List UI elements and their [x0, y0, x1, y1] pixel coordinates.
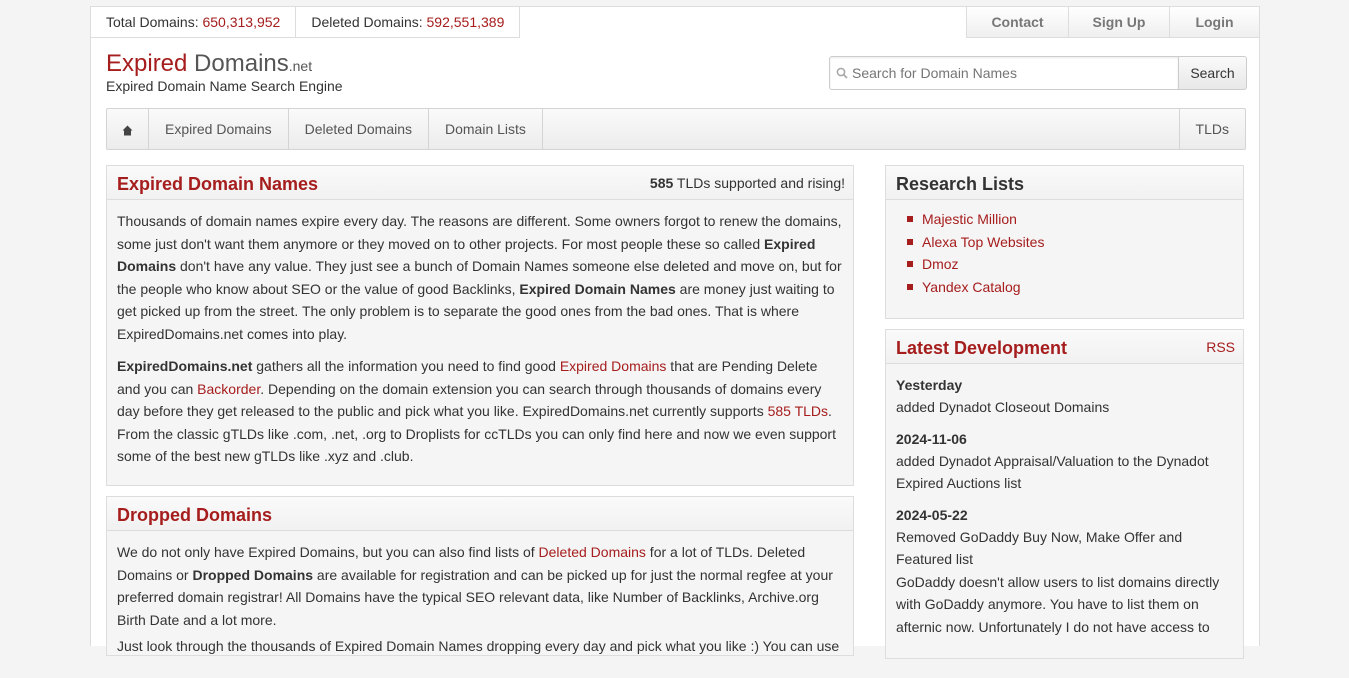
nav-tlds[interactable]: TLDs: [1178, 109, 1245, 149]
site-logo[interactable]: Expired Domains.net Expired Domain Name …: [106, 49, 343, 94]
research-link-alexa[interactable]: Alexa Top Websites: [922, 234, 1044, 250]
panel-title: Research Lists: [896, 174, 1025, 194]
panel-header: Latest Development RSS: [886, 330, 1243, 364]
panel-title: Dropped Domains: [117, 505, 273, 525]
list-item: Alexa Top Websites: [907, 231, 1243, 254]
research-lists-panel: Research Lists Majestic Million Alexa To…: [885, 165, 1244, 319]
panel-body: Thousands of domain names expire every d…: [107, 200, 853, 488]
panel-header: Dropped Domains: [107, 497, 853, 531]
text: Thousands of domain names expire every d…: [117, 213, 842, 252]
expired-paragraph-1: Thousands of domain names expire every d…: [117, 210, 843, 345]
list-item: Yandex Catalog: [907, 276, 1243, 299]
top-links: Contact Sign Up Login: [966, 7, 1259, 38]
expired-domains-link[interactable]: Expired Domains: [560, 358, 667, 374]
panel-title: Latest Development: [896, 338, 1068, 358]
panel-body: We do not only have Expired Domains, but…: [107, 531, 853, 678]
entry-text: added Dynadot Closeout Domains: [896, 399, 1110, 415]
nav-expired-domains[interactable]: Expired Domains: [149, 109, 289, 149]
deleted-domains-value: 592,551,389: [426, 14, 505, 30]
bold-text: Dropped Domains: [192, 566, 314, 583]
research-link-majestic[interactable]: Majestic Million: [922, 211, 1017, 227]
deleted-domains-link[interactable]: Deleted Domains: [539, 544, 646, 560]
entry-text: GoDaddy doesn't allow users to list doma…: [896, 573, 1220, 635]
logo-subtitle: Expired Domain Name Search Engine: [106, 78, 343, 94]
tld-count-text: TLDs supported and rising!: [676, 175, 845, 191]
entry-text: added Dynadot Appraisal/Valuation to the…: [896, 452, 1209, 492]
expired-domains-panel: Expired Domain Names 585 TLDs supported …: [106, 165, 854, 486]
list-item: Dmoz: [907, 253, 1243, 276]
research-link-yandex[interactable]: Yandex Catalog: [922, 279, 1021, 295]
nav-deleted-domains[interactable]: Deleted Domains: [289, 109, 429, 149]
entry-date: 2024-05-22: [896, 506, 968, 523]
text: We do not only have Expired Domains, but…: [117, 544, 539, 560]
logo-title: Expired Domains.net: [106, 49, 343, 81]
list-item: Majestic Million: [907, 208, 1243, 231]
logo-expired: Expired: [106, 50, 188, 77]
search-form: Search: [829, 56, 1247, 90]
tlds-link[interactable]: 585 TLDs: [768, 403, 828, 419]
nav-domain-lists[interactable]: Domain Lists: [429, 109, 543, 149]
rss-link[interactable]: RSS: [1206, 339, 1235, 355]
stats-bar: Total Domains: 650,313,952 Deleted Domai…: [91, 7, 521, 38]
panel-header: Expired Domain Names 585 TLDs supported …: [107, 166, 853, 200]
search-icon: [836, 67, 848, 79]
search-input[interactable]: [852, 65, 1172, 81]
entry-text: Removed GoDaddy Buy Now, Make Offer and …: [896, 528, 1183, 568]
signup-link[interactable]: Sign Up: [1068, 7, 1169, 38]
text: gathers all the information you need to …: [252, 358, 560, 374]
deleted-domains-stat: Deleted Domains: 592,551,389: [296, 7, 521, 37]
search-box: [829, 56, 1179, 90]
deleted-domains-label: Deleted Domains:: [311, 14, 423, 30]
dropped-domains-panel: Dropped Domains We do not only have Expi…: [106, 496, 854, 656]
nav-home[interactable]: [107, 109, 149, 149]
page-container: Total Domains: 650,313,952 Deleted Domai…: [90, 6, 1260, 659]
logo-net: .net: [288, 58, 313, 74]
entry-date: Yesterday: [896, 377, 963, 393]
panel-title: Expired Domain Names: [117, 174, 319, 194]
dropped-paragraph-1: We do not only have Expired Domains, but…: [117, 541, 843, 631]
latest-development-panel: Latest Development RSS Yesterday added D…: [885, 329, 1244, 659]
expired-paragraph-2: ExpiredDomains.net gathers all the infor…: [117, 355, 843, 468]
total-domains-label: Total Domains:: [106, 14, 199, 30]
entry-date: 2024-11-06: [896, 430, 967, 447]
total-domains-value: 650,313,952: [202, 14, 281, 30]
dropped-paragraph-2: Just look through the thousands of Expir…: [117, 638, 840, 654]
contact-link[interactable]: Contact: [966, 7, 1068, 38]
backorder-link[interactable]: Backorder: [197, 381, 260, 397]
research-link-dmoz[interactable]: Dmoz: [922, 256, 959, 272]
main-nav: Expired Domains Deleted Domains Domain L…: [106, 108, 1246, 150]
home-icon: [122, 125, 133, 136]
total-domains-stat: Total Domains: 650,313,952: [91, 7, 297, 37]
bold-text: ExpiredDomains.net: [117, 358, 253, 374]
logo-domains: Domains: [194, 50, 289, 77]
tld-count: 585 TLDs supported and rising!: [650, 175, 845, 191]
bold-text: Expired Domain Names: [519, 280, 676, 297]
panel-body: Yesterday added Dynadot Closeout Domains…: [886, 364, 1243, 657]
search-button[interactable]: Search: [1179, 56, 1247, 90]
research-list: Majestic Million Alexa Top Websites Dmoz…: [886, 200, 1243, 306]
panel-header: Research Lists: [886, 166, 1243, 200]
tld-count-number: 585: [649, 175, 674, 191]
login-link[interactable]: Login: [1169, 7, 1259, 38]
